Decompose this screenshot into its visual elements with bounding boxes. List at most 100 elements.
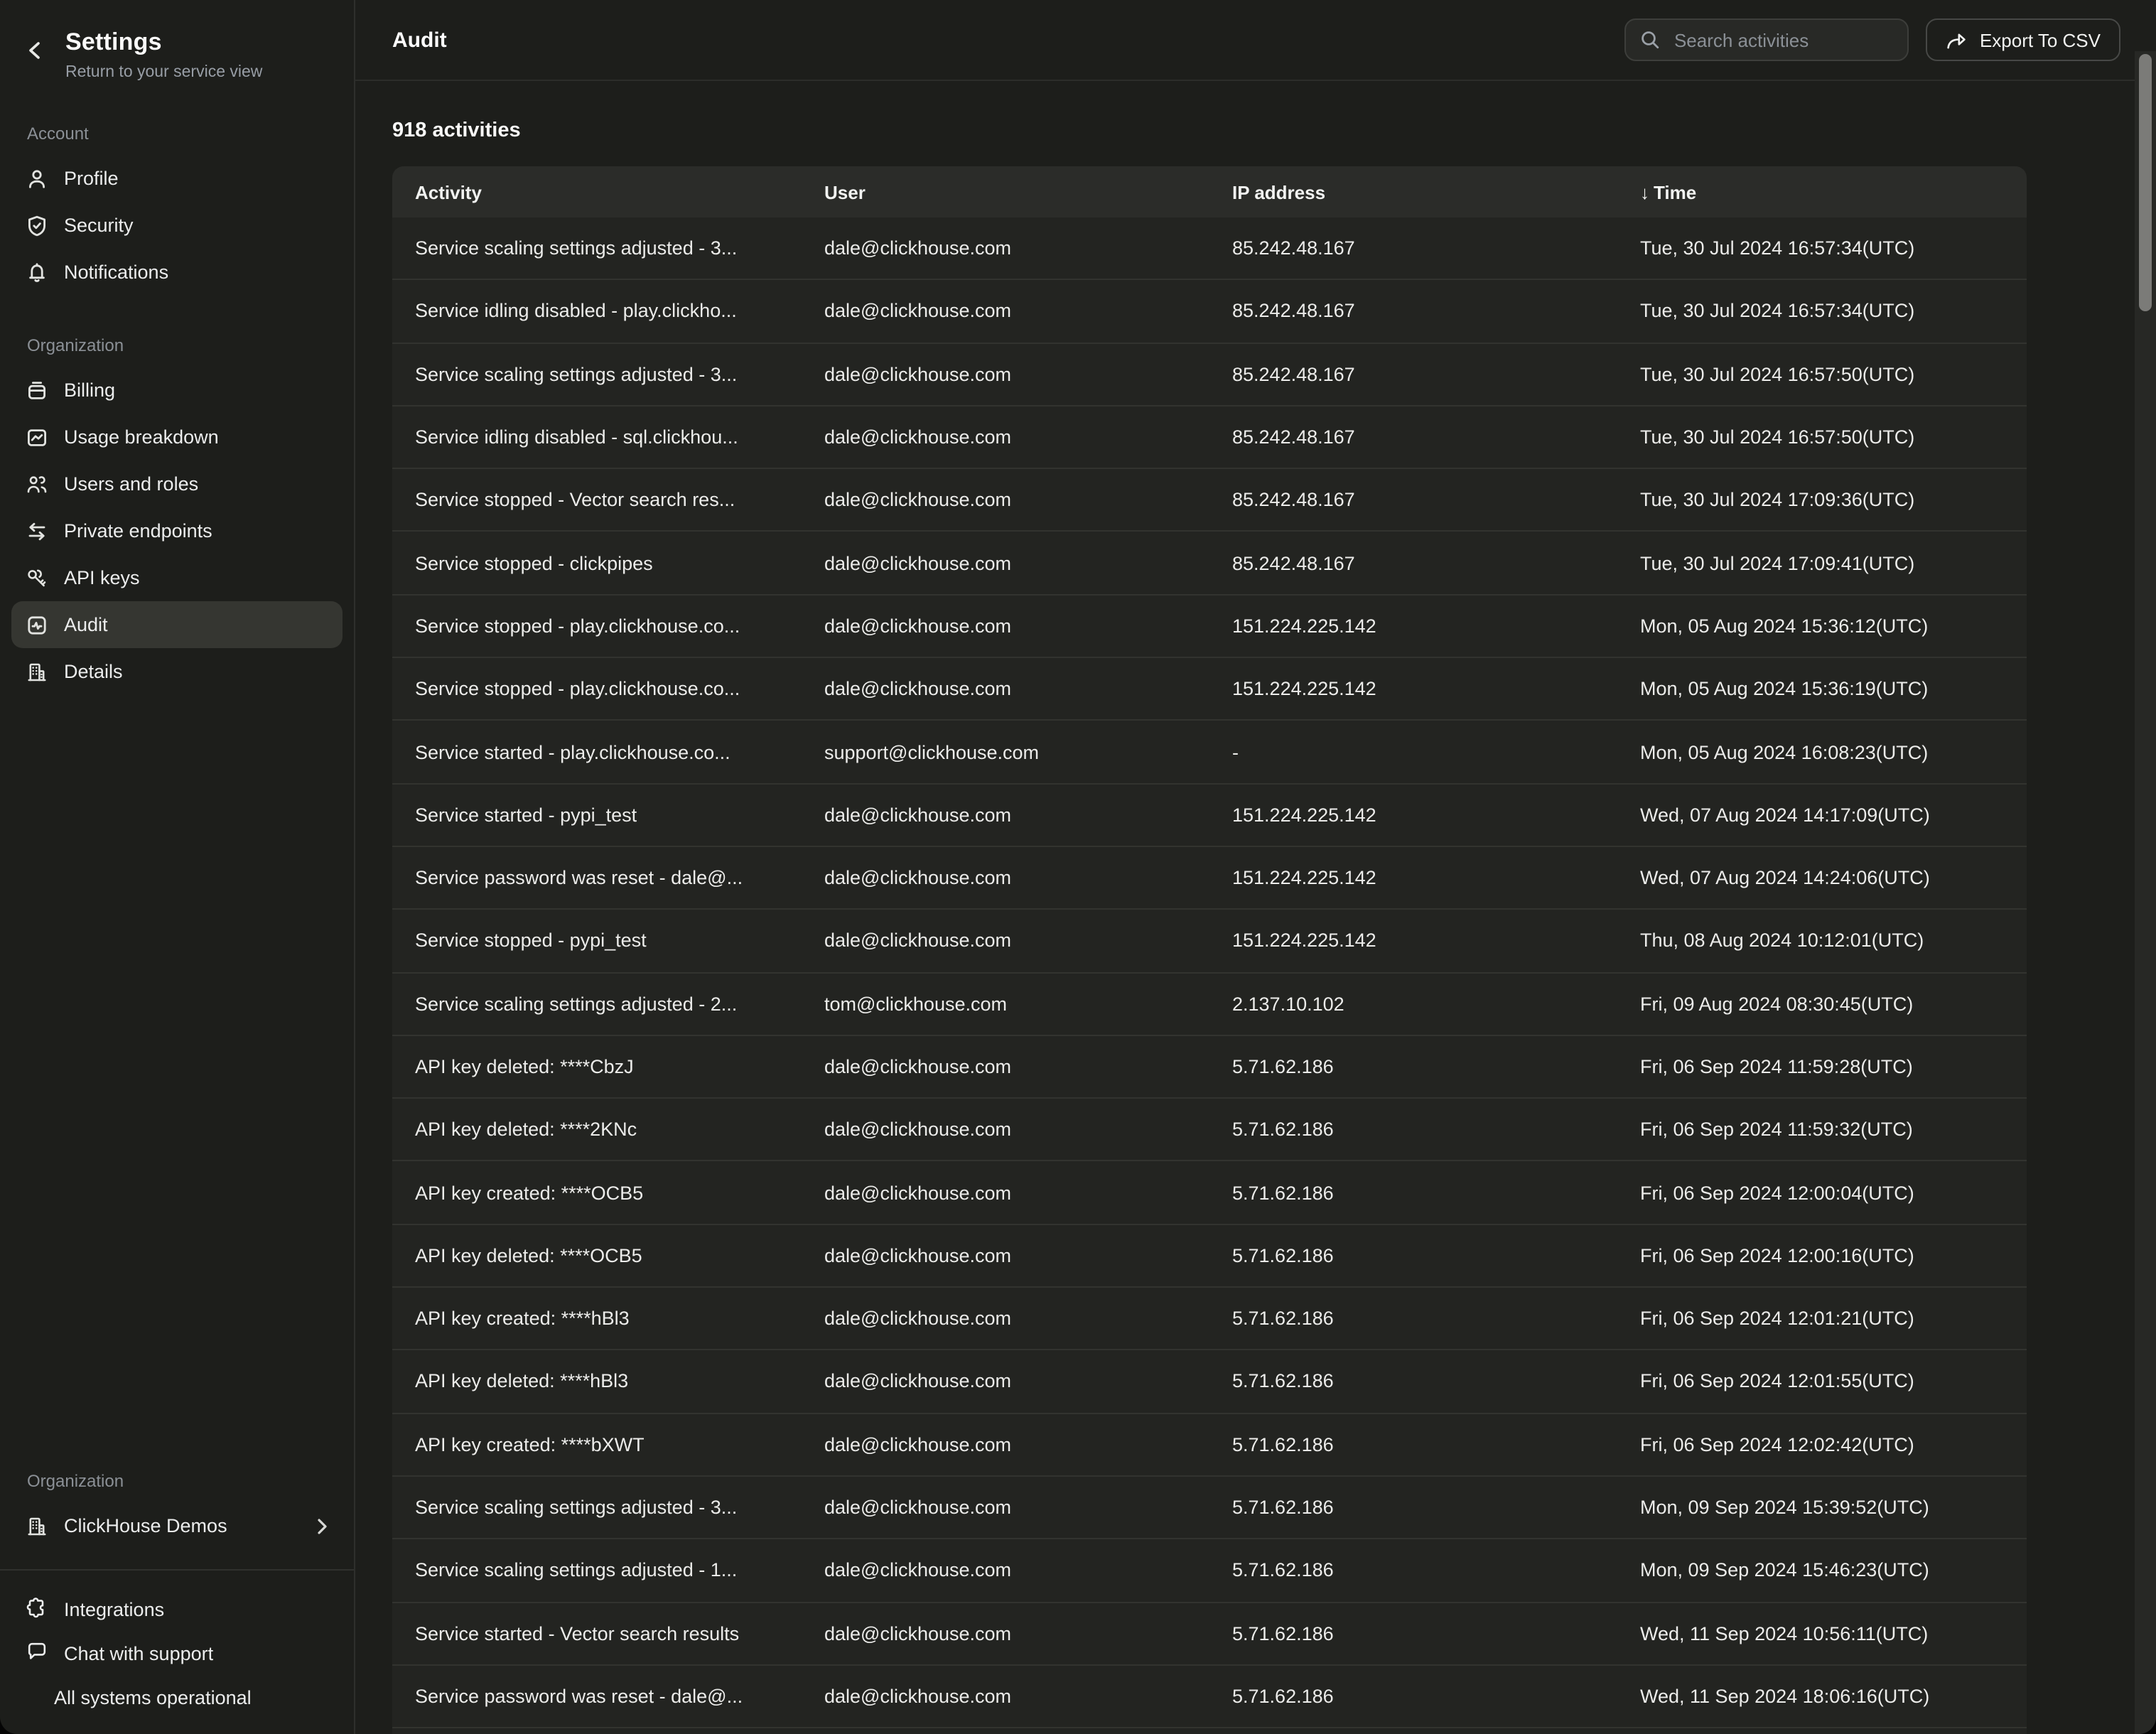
cell-activity: API key deleted: ****OCB5	[392, 1245, 824, 1266]
cell-activity: Service started - pypi_test	[392, 804, 824, 826]
cell-activity: API key deleted: ****CbzJ	[392, 1056, 824, 1077]
cell-user: support@clickhouse.com	[824, 741, 1232, 763]
sidebar-item-billing[interactable]: Billing	[11, 367, 343, 414]
chat-with-support-link[interactable]: Chat with support	[11, 1632, 343, 1676]
sidebar-item-usage-breakdown[interactable]: Usage breakdown	[11, 414, 343, 461]
column-header-user[interactable]: User	[824, 181, 1232, 203]
cell-activity: Service scaling settings adjusted - 3...	[392, 1497, 824, 1518]
table-row: API key deleted: ****2KNc dale@clickhous…	[392, 1097, 2027, 1161]
sidebar-item-label: Audit	[64, 614, 108, 635]
cell-ip: 5.71.62.186	[1232, 1686, 1640, 1707]
cell-ip: 5.71.62.186	[1232, 1182, 1640, 1203]
sidebar-item-security[interactable]: Security	[11, 202, 343, 249]
footer-item-label: Chat with support	[64, 1643, 213, 1664]
cell-time: Fri, 06 Sep 2024 12:01:55(UTC)	[1640, 1371, 2027, 1392]
table-row: Service stopped - clickpipes dale@clickh…	[392, 531, 2027, 594]
table-row: Service password was reset - dale@... da…	[392, 846, 2027, 909]
cell-activity: Service stopped - play.clickhouse.co...	[392, 678, 824, 699]
cell-user: dale@clickhouse.com	[824, 301, 1232, 322]
table-row: Service scaling settings adjusted - 3...…	[392, 1475, 2027, 1539]
activities-count: 918 activities	[392, 119, 2156, 142]
sidebar-item-notifications[interactable]: Notifications	[11, 249, 343, 296]
sidebar-item-audit[interactable]: Audit	[11, 601, 343, 648]
table-row: Service stopped - observability-demo dal…	[392, 1727, 2027, 1734]
footer-item-label: Integrations	[64, 1599, 164, 1620]
column-header-time-label: Time	[1654, 181, 1696, 203]
sidebar-item-users-and-roles[interactable]: Users and roles	[11, 461, 343, 507]
cell-ip: 151.224.225.142	[1232, 804, 1640, 826]
column-header-activity[interactable]: Activity	[392, 181, 824, 203]
status-dot-icon	[26, 1687, 38, 1708]
cell-activity: API key deleted: ****2KNc	[392, 1119, 824, 1141]
sidebar-item-label: Security	[64, 215, 134, 236]
table-row: Service scaling settings adjusted - 3...…	[392, 342, 2027, 405]
account-nav: Profile Security Notifications	[0, 155, 354, 296]
cell-activity: Service idling disabled - sql.clickhou..…	[392, 426, 824, 448]
column-header-ip[interactable]: IP address	[1232, 181, 1640, 203]
table-row: Service idling disabled - play.clickho..…	[392, 279, 2027, 343]
system-status-link[interactable]: All systems operational	[11, 1676, 343, 1720]
cell-time: Mon, 05 Aug 2024 16:08:23(UTC)	[1640, 741, 2027, 763]
organization-switcher[interactable]: ClickHouse Demos	[11, 1502, 343, 1549]
cell-activity: Service scaling settings adjusted - 1...	[392, 1560, 824, 1581]
cell-user: dale@clickhouse.com	[824, 1560, 1232, 1581]
cell-user: dale@clickhouse.com	[824, 426, 1232, 448]
users-icon	[26, 473, 48, 495]
cell-time: Wed, 11 Sep 2024 10:56:11(UTC)	[1640, 1622, 2027, 1644]
table-row: Service scaling settings adjusted - 2...…	[392, 971, 2027, 1035]
sidebar-item-details[interactable]: Details	[11, 648, 343, 695]
cell-time: Thu, 08 Aug 2024 10:12:01(UTC)	[1640, 930, 2027, 952]
organization-name: ClickHouse Demos	[64, 1515, 300, 1536]
integrations-link[interactable]: Integrations	[11, 1588, 343, 1632]
table-row: Service password was reset - dale@... da…	[392, 1664, 2027, 1728]
column-header-time[interactable]: ↓ Time	[1640, 181, 2027, 203]
cell-user: dale@clickhouse.com	[824, 1056, 1232, 1077]
cell-time: Fri, 09 Aug 2024 08:30:45(UTC)	[1640, 993, 2027, 1014]
cell-activity: API key deleted: ****hBl3	[392, 1371, 824, 1392]
scrollbar-thumb[interactable]	[2139, 54, 2152, 311]
cell-ip: 5.71.62.186	[1232, 1434, 1640, 1455]
cell-user: dale@clickhouse.com	[824, 237, 1232, 259]
cell-time: Wed, 07 Aug 2024 14:24:06(UTC)	[1640, 867, 2027, 888]
search-icon	[1640, 30, 1660, 50]
table-row: Service scaling settings adjusted - 1...…	[392, 1538, 2027, 1601]
app-window: Settings Return to your service view Acc…	[0, 0, 2156, 1734]
sidebar-item-label: Users and roles	[64, 473, 198, 495]
export-label: Export To CSV	[1980, 29, 2101, 50]
audit-table: Activity User IP address ↓ Time Service …	[392, 166, 2027, 1734]
export-icon	[1946, 29, 1967, 50]
cell-activity: Service idling disabled - play.clickho..…	[392, 301, 824, 322]
sidebar-item-label: Billing	[64, 379, 115, 401]
table-row: Service scaling settings adjusted - 3...…	[392, 217, 2027, 279]
cell-ip: 5.71.62.186	[1232, 1497, 1640, 1518]
cell-ip: 5.71.62.186	[1232, 1622, 1640, 1644]
shield-check-icon	[26, 214, 48, 237]
export-csv-button[interactable]: Export To CSV	[1926, 18, 2120, 61]
table-row: Service started - pypi_test dale@clickho…	[392, 782, 2027, 846]
cell-ip: 5.71.62.186	[1232, 1245, 1640, 1266]
sidebar-bottom: Organization ClickHouse Demos Integratio…	[0, 1431, 354, 1734]
cell-activity: Service stopped - pypi_test	[392, 930, 824, 952]
search-input[interactable]	[1671, 28, 1893, 52]
cell-time: Tue, 30 Jul 2024 16:57:50(UTC)	[1640, 363, 2027, 384]
table-row: Service stopped - play.clickhouse.co... …	[392, 657, 2027, 720]
sidebar-item-private-endpoints[interactable]: Private endpoints	[11, 507, 343, 554]
page-subtitle: Return to your service view	[65, 64, 262, 81]
cell-time: Tue, 30 Jul 2024 17:09:41(UTC)	[1640, 552, 2027, 573]
cell-time: Wed, 11 Sep 2024 18:06:16(UTC)	[1640, 1686, 2027, 1707]
sidebar-item-profile[interactable]: Profile	[11, 155, 343, 202]
cell-activity: Service stopped - play.clickhouse.co...	[392, 615, 824, 637]
table-row: API key created: ****bXWT dale@clickhous…	[392, 1412, 2027, 1475]
cell-ip: 85.242.48.167	[1232, 426, 1640, 448]
cell-activity: Service scaling settings adjusted - 3...	[392, 363, 824, 384]
sidebar-item-api-keys[interactable]: API keys	[11, 554, 343, 601]
back-button[interactable]	[20, 36, 48, 70]
table-row: Service idling disabled - sql.clickhou..…	[392, 405, 2027, 468]
cell-user: dale@clickhouse.com	[824, 615, 1232, 637]
table-row: Service started - Vector search results …	[392, 1601, 2027, 1664]
sidebar-header: Settings Return to your service view	[0, 28, 354, 81]
cell-time: Mon, 05 Aug 2024 15:36:12(UTC)	[1640, 615, 2027, 637]
cell-time: Tue, 30 Jul 2024 17:09:36(UTC)	[1640, 490, 2027, 511]
section-label-organization: Organization	[27, 335, 354, 355]
swap-arrows-icon	[26, 519, 48, 542]
